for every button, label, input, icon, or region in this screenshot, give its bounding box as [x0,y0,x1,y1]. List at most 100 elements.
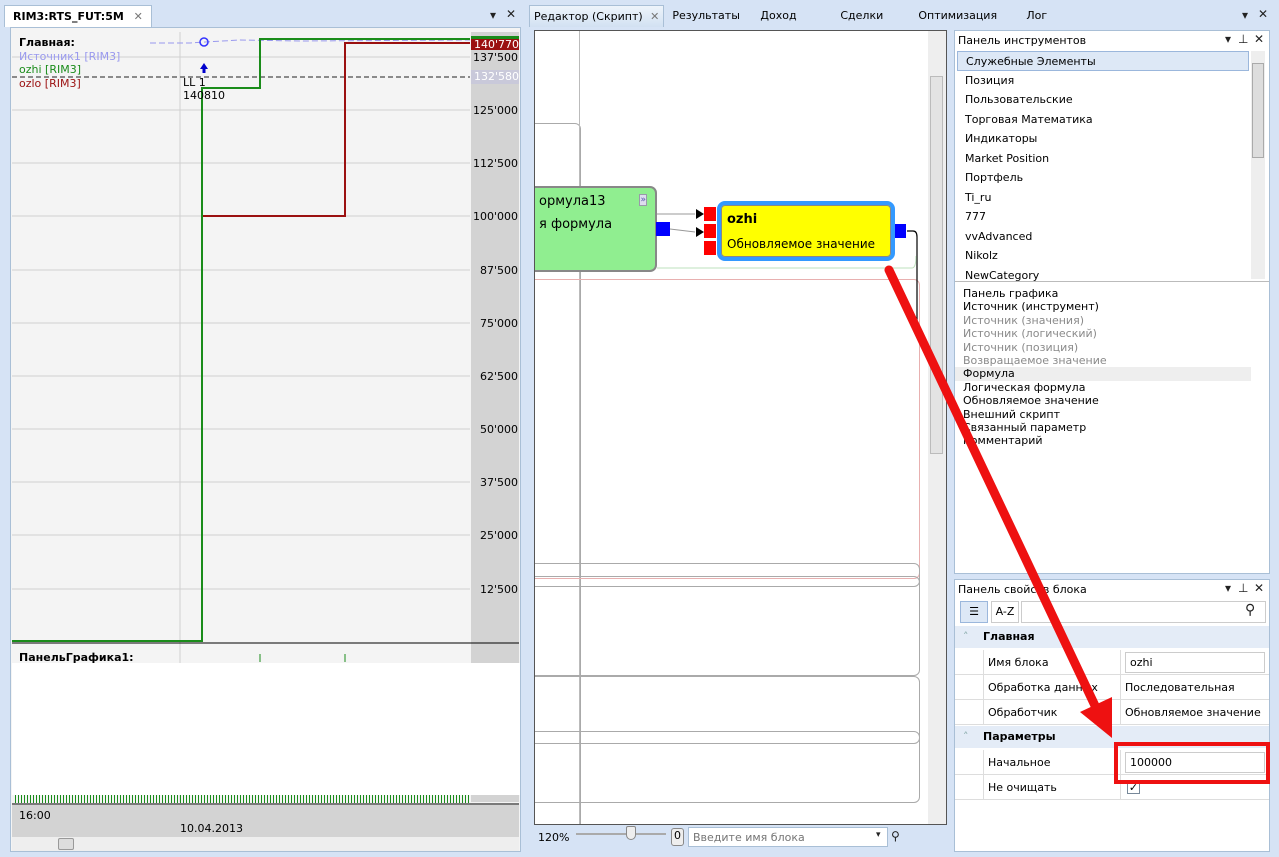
property-row: Обработка данных Последовательная [955,675,1269,700]
time-label: 16:00 [19,809,51,822]
ozhi-line [12,38,470,642]
checkbox-checked-icon[interactable]: ✓ [1127,781,1140,794]
block-name: ozhi [727,212,758,227]
vertical-scrollbar[interactable] [928,31,946,824]
properties-panel-title: Панель свойств блока [958,583,1087,596]
property-key: Не очищать [983,775,1121,800]
script-canvas[interactable]: ормула13 я формула » ozhi Обновляемое зн… [534,30,947,825]
property-row: Не очищать ✓ [955,775,1269,800]
tool-item[interactable]: Формула [955,367,1251,381]
category-scrollbar[interactable] [1251,51,1265,279]
dropdown-icon[interactable]: ▾ [1242,8,1248,22]
search-icon[interactable]: ⚲ [1245,602,1255,618]
block-type: Обновляемое значение [727,237,876,251]
category-item[interactable]: Market Position [957,149,1249,169]
tool-item[interactable]: Связанный параметр [955,421,1251,434]
tool-item[interactable]: Возвращаемое значение [955,354,1251,367]
input-port[interactable] [704,207,716,221]
date-label: 10.04.2013 [180,822,243,835]
arrow-up-marker [200,63,208,73]
tool-item[interactable]: Обновляемое значение [955,394,1251,407]
tab-deals[interactable]: Сделки [826,5,908,27]
tab-log[interactable]: Лог [1018,5,1055,27]
tab-income[interactable]: Доход [748,5,826,27]
property-value[interactable]: Обновляемое значение [1123,700,1265,725]
close-icon[interactable]: ✕ [1258,7,1268,21]
y-tick: 62'500 [479,370,518,383]
tool-item[interactable]: Логическая формула [955,381,1251,394]
property-value[interactable]: Последовательная [1123,675,1265,700]
zoom-label: 120% [538,831,570,844]
tool-item[interactable]: Источник (логический) [955,327,1251,340]
marker-label: LL 1 140810 [183,76,225,102]
dropdown-icon[interactable]: ▾ [1225,581,1231,595]
category-item[interactable]: Торговая Математика [957,110,1249,130]
input-port[interactable] [704,224,716,238]
tab-optimization[interactable]: Оптимизация [908,5,1018,27]
tool-item[interactable]: Комментарий [955,434,1251,447]
section-params[interactable]: ˄ Параметры [955,726,1269,748]
close-icon[interactable]: ✕ [1254,581,1264,595]
tab-results[interactable]: Результаты [664,5,748,27]
section-main[interactable]: ˄ Главная [955,626,1269,648]
scrollbar-thumb[interactable] [930,76,943,454]
binoculars-icon[interactable]: ⚲ [891,829,900,843]
property-row: Имя блока ozhi [955,650,1269,675]
block-search-input[interactable] [688,827,888,847]
zoom-slider[interactable] [576,826,666,840]
category-item[interactable]: Пользовательские [957,90,1249,110]
tool-item[interactable]: Источник (позиция) [955,341,1251,354]
category-item[interactable]: 777 [957,207,1249,227]
category-item[interactable]: Ti_ru [957,188,1249,208]
tool-item[interactable]: Внешний скрипт [955,408,1251,421]
legend-title: Главная: [19,36,75,49]
tool-item[interactable]: Панель графика [955,287,1251,300]
category-item[interactable]: Портфель [957,168,1249,188]
category-item[interactable]: Индикаторы [957,129,1249,149]
output-port[interactable] [895,224,906,238]
tab-editor[interactable]: Редактор (Скрипт) ✕ [529,5,665,27]
pin-icon[interactable]: ⊥ [1238,32,1248,46]
initial-value-input[interactable]: 100000 [1123,750,1265,775]
category-item[interactable]: NewCategory [957,266,1249,286]
no-clear-checkbox[interactable]: ✓ [1123,775,1265,800]
selected-block[interactable]: ozhi Обновляемое значение [717,201,895,261]
categorized-view-button[interactable]: ☰ [960,601,988,623]
price-tag-top: 140'770 [471,36,519,50]
y-tick: 100'000 [472,210,518,223]
zoom-reset-button[interactable]: 0 [671,828,684,846]
y-tick: 25'000 [479,529,518,542]
input-port[interactable] [704,241,716,255]
tool-item[interactable]: Источник (значения) [955,314,1251,327]
y-tick: 137'500 [472,51,518,64]
editor-tabbar: Редактор (Скрипт) ✕ Результаты Доход Сде… [529,5,1269,27]
category-item[interactable]: Позиция [957,71,1249,91]
volume-bars [15,795,470,803]
category-item[interactable]: Служебные Элементы [957,51,1249,71]
section-params-label: Параметры [983,730,1056,743]
y-tick: 125'000 [472,104,518,117]
y-tick: 12'500 [479,583,518,596]
legend: Главная: Источник1 [RIM3] ozhi [RIM3] oz… [19,36,120,90]
dropdown-icon[interactable]: ▾ [1225,32,1231,46]
category-item[interactable]: vvAdvanced [957,227,1249,247]
property-key: Начальное [983,750,1121,775]
scrollbar-thumb[interactable] [58,838,74,850]
close-icon[interactable]: ✕ [650,10,659,23]
property-key: Обработка данных [983,675,1121,700]
pin-icon[interactable]: ⊥ [1238,581,1248,595]
y-tick: 87'500 [479,264,518,277]
category-item[interactable]: Nikolz [957,246,1249,266]
tool-item[interactable]: Источник (инструмент) [955,300,1251,313]
property-search-input[interactable] [1021,601,1266,623]
legend-ozhi: ozhi [RIM3] [19,63,81,76]
price-tag-current: 132'580 [471,70,519,84]
horizontal-scrollbar[interactable] [12,837,519,851]
category-list: Служебные Элементы Позиция Пользовательс… [957,51,1249,285]
property-value: 100000 [1125,752,1265,773]
sort-az-button[interactable]: A-Z [991,601,1019,623]
marker-name: LL 1 [183,76,206,89]
dropdown-icon[interactable]: ▾ [876,830,881,840]
close-icon[interactable]: ✕ [1254,32,1264,46]
block-name-input[interactable]: ozhi [1123,650,1265,675]
